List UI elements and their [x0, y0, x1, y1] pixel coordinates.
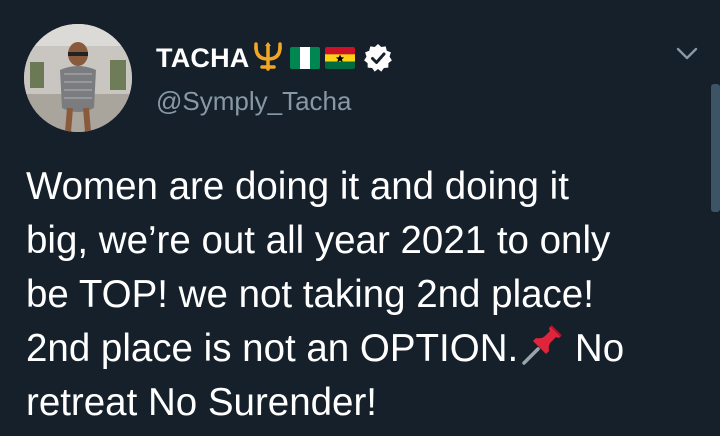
display-name[interactable]: TACHA	[156, 43, 249, 74]
tweet-text: Women are doing it and doing it big, we’…	[26, 160, 706, 430]
ghana-flag-icon	[325, 47, 356, 69]
verified-badge-icon	[363, 43, 393, 73]
trident-icon	[251, 41, 285, 76]
tweet-header: TACHA	[156, 38, 393, 78]
tweet-card: TACHA @Symply_Tacha Women are doing it a…	[0, 0, 720, 436]
scrollbar[interactable]	[711, 84, 720, 212]
pushpin-icon	[518, 323, 564, 367]
user-handle[interactable]: @Symply_Tacha	[156, 86, 351, 117]
avatar[interactable]	[24, 24, 132, 132]
chevron-down-icon[interactable]	[674, 40, 700, 66]
nigeria-flag-icon	[290, 47, 321, 69]
